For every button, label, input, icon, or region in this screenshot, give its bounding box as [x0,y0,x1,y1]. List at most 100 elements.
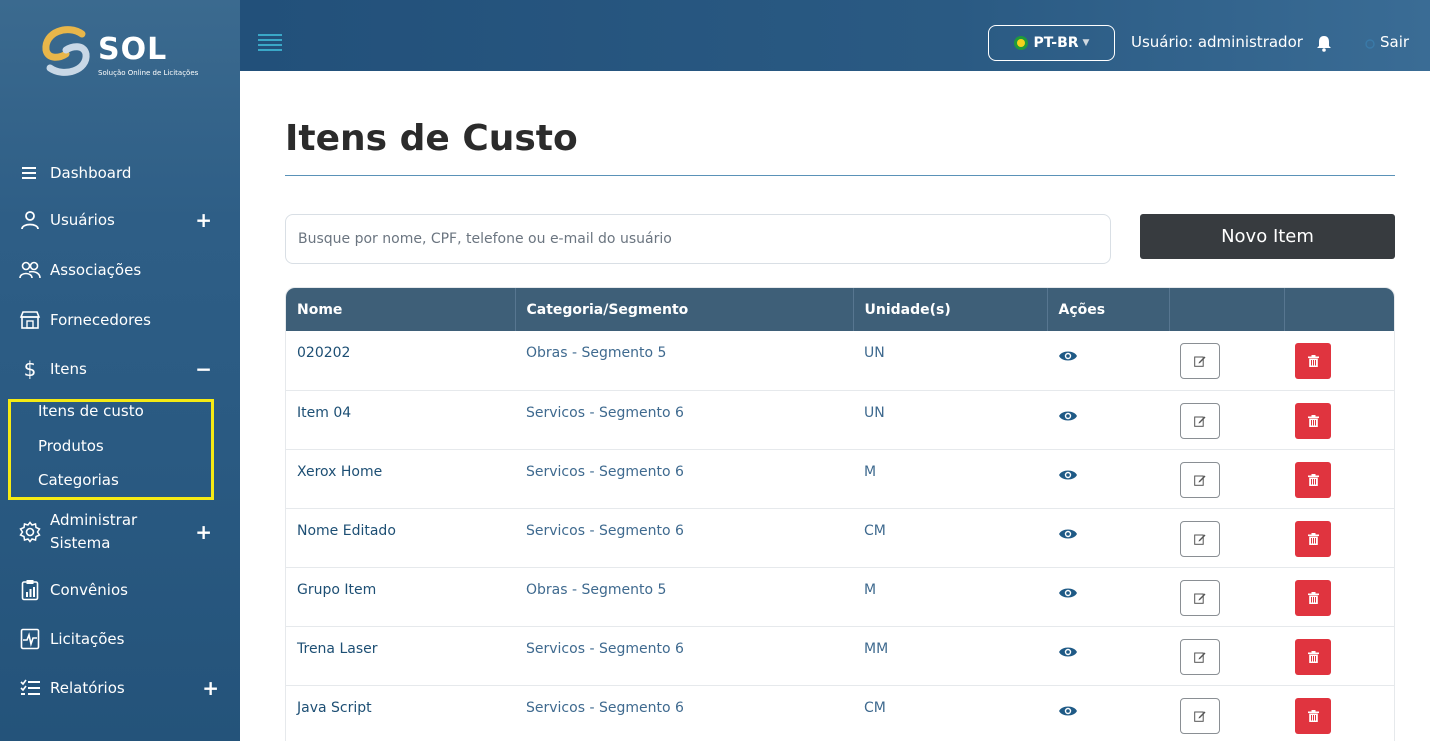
delete-button[interactable] [1295,579,1331,616]
column-header-categoria[interactable]: Categoria/Segmento [515,288,854,331]
view-cell [1047,331,1169,390]
item-unit: CM [864,522,886,539]
sidebar-item-administrar-sistema[interactable]: Administrar Sistema + [18,510,222,554]
item-name[interactable]: Grupo Item [286,567,515,626]
table-row: Trena Laser Servicos - Segmento 6 MM [286,626,1394,685]
sidebar-item-label: Fornecedores [50,311,151,329]
sidebar-item-label: Associações [50,261,142,279]
column-header-acoes: Ações [1047,288,1170,331]
expand-plus-icon[interactable]: + [202,678,219,698]
item-category: Obras - Segmento 5 [526,345,667,361]
delete-button[interactable] [1295,461,1331,498]
trash-icon [1307,650,1319,663]
brand-name: SOL [98,32,168,67]
edit-icon [1194,534,1206,545]
sidebar-item-label: Administrar Sistema [50,511,138,552]
eye-icon[interactable] [1058,586,1078,604]
item-unit: M [864,463,877,480]
hamburger-menu-icon[interactable] [258,34,282,51]
chevron-down-icon: ▼ [1082,38,1090,48]
dollar-icon: $ [23,357,37,381]
item-name[interactable]: Item 04 [286,390,515,449]
sidebar-item-label: Itens [50,360,87,378]
edit-icon [1194,711,1206,722]
item-name[interactable]: Xerox Home [286,449,515,508]
expand-plus-icon[interactable]: + [195,210,212,230]
sidebar: SOL Solução Online de Licitações Dashboa… [0,0,240,741]
eye-icon[interactable] [1058,468,1078,486]
delete-button[interactable] [1295,520,1331,557]
delete-cell [1284,390,1394,449]
sidebar-item-itens[interactable]: $ Itens − [18,354,222,384]
eye-icon[interactable] [1058,349,1078,367]
delete-cell [1284,626,1394,685]
collapse-minus-icon[interactable]: − [195,359,212,379]
view-cell [1047,626,1169,685]
table-row: Xerox Home Servicos - Segmento 6 M [286,449,1394,508]
edit-button[interactable] [1180,402,1220,439]
language-selector[interactable]: PT-BR ▼ [988,25,1115,61]
edit-cell [1169,626,1284,685]
new-item-button[interactable]: Novo Item [1140,214,1395,259]
column-header-delete [1284,288,1394,331]
eye-icon[interactable] [1058,527,1078,545]
document-pulse-icon [18,627,42,651]
item-name[interactable]: Trena Laser [286,626,515,685]
delete-button[interactable] [1295,697,1331,734]
submenu-item-itens-de-custo[interactable]: Itens de custo [38,402,144,420]
sidebar-item-dashboard[interactable]: Dashboard [18,158,222,188]
sidebar-item-associacoes[interactable]: Associações [18,255,222,285]
edit-button[interactable] [1180,520,1220,557]
item-unit: MM [864,640,889,657]
delete-cell [1284,331,1394,390]
edit-button[interactable] [1180,638,1220,675]
delete-cell [1284,508,1394,567]
item-name[interactable]: 020202 [286,331,515,390]
sidebar-item-usuarios[interactable]: Usuários + [18,205,222,235]
edit-button[interactable] [1180,461,1220,498]
trash-icon [1307,709,1319,722]
table-row: Grupo Item Obras - Segmento 5 M [286,567,1394,626]
delete-button[interactable] [1295,638,1331,675]
view-cell [1047,449,1169,508]
edit-button[interactable] [1180,579,1220,616]
logout-label: Sair [1380,33,1410,51]
eye-icon[interactable] [1058,409,1078,427]
brazil-flag-icon [1013,36,1028,50]
trash-icon [1307,473,1319,486]
brand-tagline: Solução Online de Licitações [98,69,199,77]
delete-button[interactable] [1295,343,1331,379]
submenu-item-produtos[interactable]: Produtos [38,437,104,455]
users-group-icon [18,258,42,282]
sidebar-item-fornecedores[interactable]: Fornecedores [18,305,222,335]
item-unit: M [864,581,877,598]
sidebar-item-label: Convênios [50,581,128,599]
sol-logo-icon [42,26,90,76]
delete-button[interactable] [1295,402,1331,439]
sidebar-item-convenios[interactable]: Convênios [18,575,222,605]
edit-button[interactable] [1180,697,1220,734]
clipboard-chart-icon [18,578,42,602]
submenu-item-categorias[interactable]: Categorias [38,471,119,489]
item-name[interactable]: Java Script [286,685,515,741]
search-input[interactable] [285,214,1111,264]
eye-icon[interactable] [1058,645,1078,663]
table-row: Java Script Servicos - Segmento 6 CM [286,685,1394,741]
sidebar-item-licitacoes[interactable]: Licitações [18,624,222,654]
table-row: 020202 Obras - Segmento 5 UN [286,331,1394,390]
eye-icon[interactable] [1058,704,1078,722]
edit-cell [1169,685,1284,741]
edit-button[interactable] [1180,343,1220,379]
expand-plus-icon[interactable]: + [195,522,212,542]
bell-icon[interactable] [1316,34,1332,56]
edit-cell [1169,449,1284,508]
item-name[interactable]: Nome Editado [286,508,515,567]
item-unit: CM [864,699,886,716]
user-icon [18,208,42,232]
logo[interactable]: SOL Solução Online de Licitações [38,24,218,84]
column-header-nome[interactable]: Nome [286,288,516,331]
view-cell [1047,685,1169,741]
logout-button[interactable]: Sair [1364,33,1409,51]
sidebar-item-relatorios[interactable]: Relatórios + [18,673,222,703]
column-header-unidade[interactable]: Unidade(s) [853,288,1048,331]
